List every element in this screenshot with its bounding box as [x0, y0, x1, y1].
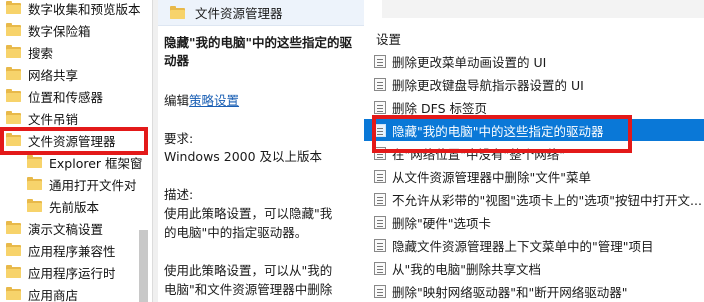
settings-list: 设置 删除更改菜单动画设置的 UI 删除更改键盘导航指示器设置的 UI 删除 D…	[364, 0, 704, 302]
tree-item-label: 数字收集和预览版本	[28, 1, 141, 17]
navigation-tree: 数字收集和预览版本 数字保险箱 搜索 网络共享 位置和传感器 文件吊销 文件资源…	[0, 0, 152, 302]
edit-prefix: 编辑	[164, 93, 190, 108]
policy-row[interactable]: 删除"映射网络驱动器"和"断开网络驱动器"	[364, 280, 704, 302]
policy-setting-icon	[374, 146, 386, 160]
policy-row-label: 删除"硬件"选项卡	[392, 215, 491, 231]
policy-setting-icon	[374, 77, 386, 91]
requirements-label: 要求:	[164, 131, 194, 146]
policy-row[interactable]: 删除更改菜单动画设置的 UI	[364, 50, 704, 72]
policy-row-label: 删除更改键盘导航指示器设置的 UI	[392, 77, 584, 93]
tree-item-app-compat[interactable]: 应用程序兼容性	[6, 239, 116, 261]
tree-item-label: 应用商店	[28, 287, 79, 302]
description-text: 的电脑"中的指定驱动器。	[164, 225, 308, 240]
tree-item-presentation-settings[interactable]: 演示文稿设置	[6, 217, 103, 239]
folder-icon	[6, 45, 21, 58]
folder-icon	[6, 1, 21, 14]
folder-icon	[27, 155, 42, 168]
edit-policy-link[interactable]: 策略设置	[189, 93, 239, 108]
policy-setting-icon	[374, 169, 386, 183]
policy-setting-icon	[374, 284, 386, 298]
description-text: 使用此策略设置，可以从"我的	[164, 263, 333, 278]
policy-setting-icon	[374, 192, 386, 206]
tree-item-label: 位置和传感器	[28, 89, 104, 105]
policy-row-label: 隐藏"我的电脑"中的这些指定的驱动器	[392, 123, 604, 139]
tree-item-file-revocation[interactable]: 文件吊销	[6, 107, 78, 129]
policy-row[interactable]: 删除"硬件"选项卡	[364, 211, 704, 233]
tree-item-network-sharing[interactable]: 网络共享	[6, 63, 78, 85]
policy-setting-icon	[374, 261, 386, 275]
tree-item-label: 网络共享	[28, 67, 79, 83]
description-label: 描述:	[164, 187, 194, 202]
tree-item-label: 文件资源管理器	[28, 133, 116, 149]
tree-item-label: 演示文稿设置	[28, 221, 104, 237]
description-pane: 文件资源管理器 隐藏"我的电脑"中的这些指定的驱动器 编辑策略设置 要求: Wi…	[158, 0, 364, 302]
policy-row-label: 在"网络位置"中没有"整个网络"	[392, 146, 565, 162]
tree-item-label: 先前版本	[49, 199, 100, 215]
policy-setting-icon	[374, 215, 386, 229]
policy-row[interactable]: 从"我的电脑"删除共享文档	[364, 257, 704, 279]
policy-row-selected[interactable]: 隐藏"我的电脑"中的这些指定的驱动器	[364, 119, 704, 141]
policy-setting-icon	[374, 238, 386, 252]
policy-row-label: 删除更改菜单动画设置的 UI	[392, 54, 547, 70]
folder-icon	[6, 111, 21, 124]
folder-icon	[6, 287, 21, 300]
tree-item-label: 通用打开文件对	[49, 177, 137, 193]
requirements-value: Windows 2000 及以上版本	[164, 149, 323, 164]
description-text: 电脑"和文件资源管理器中删除	[164, 282, 333, 297]
folder-icon	[27, 199, 42, 212]
tree-item-label: 数字保险箱	[28, 23, 91, 39]
policy-row-label: 不允许从彩带的"视图"选项卡上的"选项"按钮中打开文...	[392, 192, 702, 208]
policy-row[interactable]: 从文件资源管理器中删除"文件"菜单	[364, 165, 704, 187]
tree-item-label: 应用程序运行时	[28, 265, 116, 281]
folder-icon	[27, 177, 42, 190]
policy-title: 隐藏"我的电脑"中的这些指定的驱动器	[164, 35, 353, 68]
tree-item-location-sensors[interactable]: 位置和传感器	[6, 85, 103, 107]
policy-row[interactable]: 删除 DFS 标签页	[364, 96, 704, 118]
folder-icon	[6, 89, 21, 102]
tree-item-label: 应用程序兼容性	[28, 243, 116, 259]
policy-row[interactable]: 在"网络位置"中没有"整个网络"	[364, 142, 704, 164]
tree-item-file-explorer[interactable]: 文件资源管理器	[6, 129, 116, 151]
description-text: 使用此策略设置，可以隐藏"我	[164, 206, 333, 221]
tree-item-app-store[interactable]: 应用商店	[6, 283, 78, 302]
folder-open-icon	[6, 133, 21, 146]
tree-item-label: 搜索	[28, 45, 54, 61]
folder-icon	[6, 265, 21, 278]
tree-item-search[interactable]: 搜索	[6, 41, 53, 63]
policy-row-label: 删除"映射网络驱动器"和"断开网络驱动器"	[392, 284, 628, 300]
description-header: 文件资源管理器	[158, 0, 364, 26]
folder-icon	[6, 221, 21, 234]
policy-row-label: 从文件资源管理器中删除"文件"菜单	[392, 169, 591, 185]
policy-row[interactable]: 删除更改键盘导航指示器设置的 UI	[364, 73, 704, 95]
policy-row[interactable]: 不允许从彩带的"视图"选项卡上的"选项"按钮中打开文...	[364, 188, 704, 210]
tree-item-app-runtime[interactable]: 应用程序运行时	[6, 261, 116, 283]
tree-item-digital-collection[interactable]: 数字收集和预览版本	[6, 0, 141, 19]
tree-item-label: 文件吊销	[28, 111, 79, 127]
policy-setting-icon	[374, 123, 386, 137]
policy-setting-icon	[374, 100, 386, 114]
tree-item-label: Explorer 框架窗	[49, 155, 143, 171]
folder-icon	[6, 67, 21, 80]
policy-row-label: 删除 DFS 标签页	[392, 100, 487, 116]
policy-row-label: 从"我的电脑"删除共享文档	[392, 261, 541, 277]
tree-scrollbar-thumb[interactable]	[139, 230, 148, 302]
folder-open-icon	[170, 5, 185, 19]
folder-icon	[6, 23, 21, 36]
view-tab-strip	[364, 0, 704, 18]
tree-item-common-open-file[interactable]: 通用打开文件对	[27, 173, 137, 195]
policy-setting-icon	[374, 54, 386, 68]
description-header-title: 文件资源管理器	[195, 6, 283, 21]
tree-item-digital-locker[interactable]: 数字保险箱	[6, 19, 91, 41]
folder-icon	[6, 243, 21, 256]
edit-policy-line: 编辑策略设置	[164, 92, 239, 110]
tree-item-explorer-frame[interactable]: Explorer 框架窗	[27, 151, 143, 173]
tree-item-previous-versions[interactable]: 先前版本	[27, 195, 99, 217]
settings-column-header[interactable]: 设置	[376, 29, 401, 48]
policy-row-label: 隐藏文件资源管理器上下文菜单中的"管理"项目	[392, 238, 654, 254]
policy-row[interactable]: 隐藏文件资源管理器上下文菜单中的"管理"项目	[364, 234, 704, 256]
